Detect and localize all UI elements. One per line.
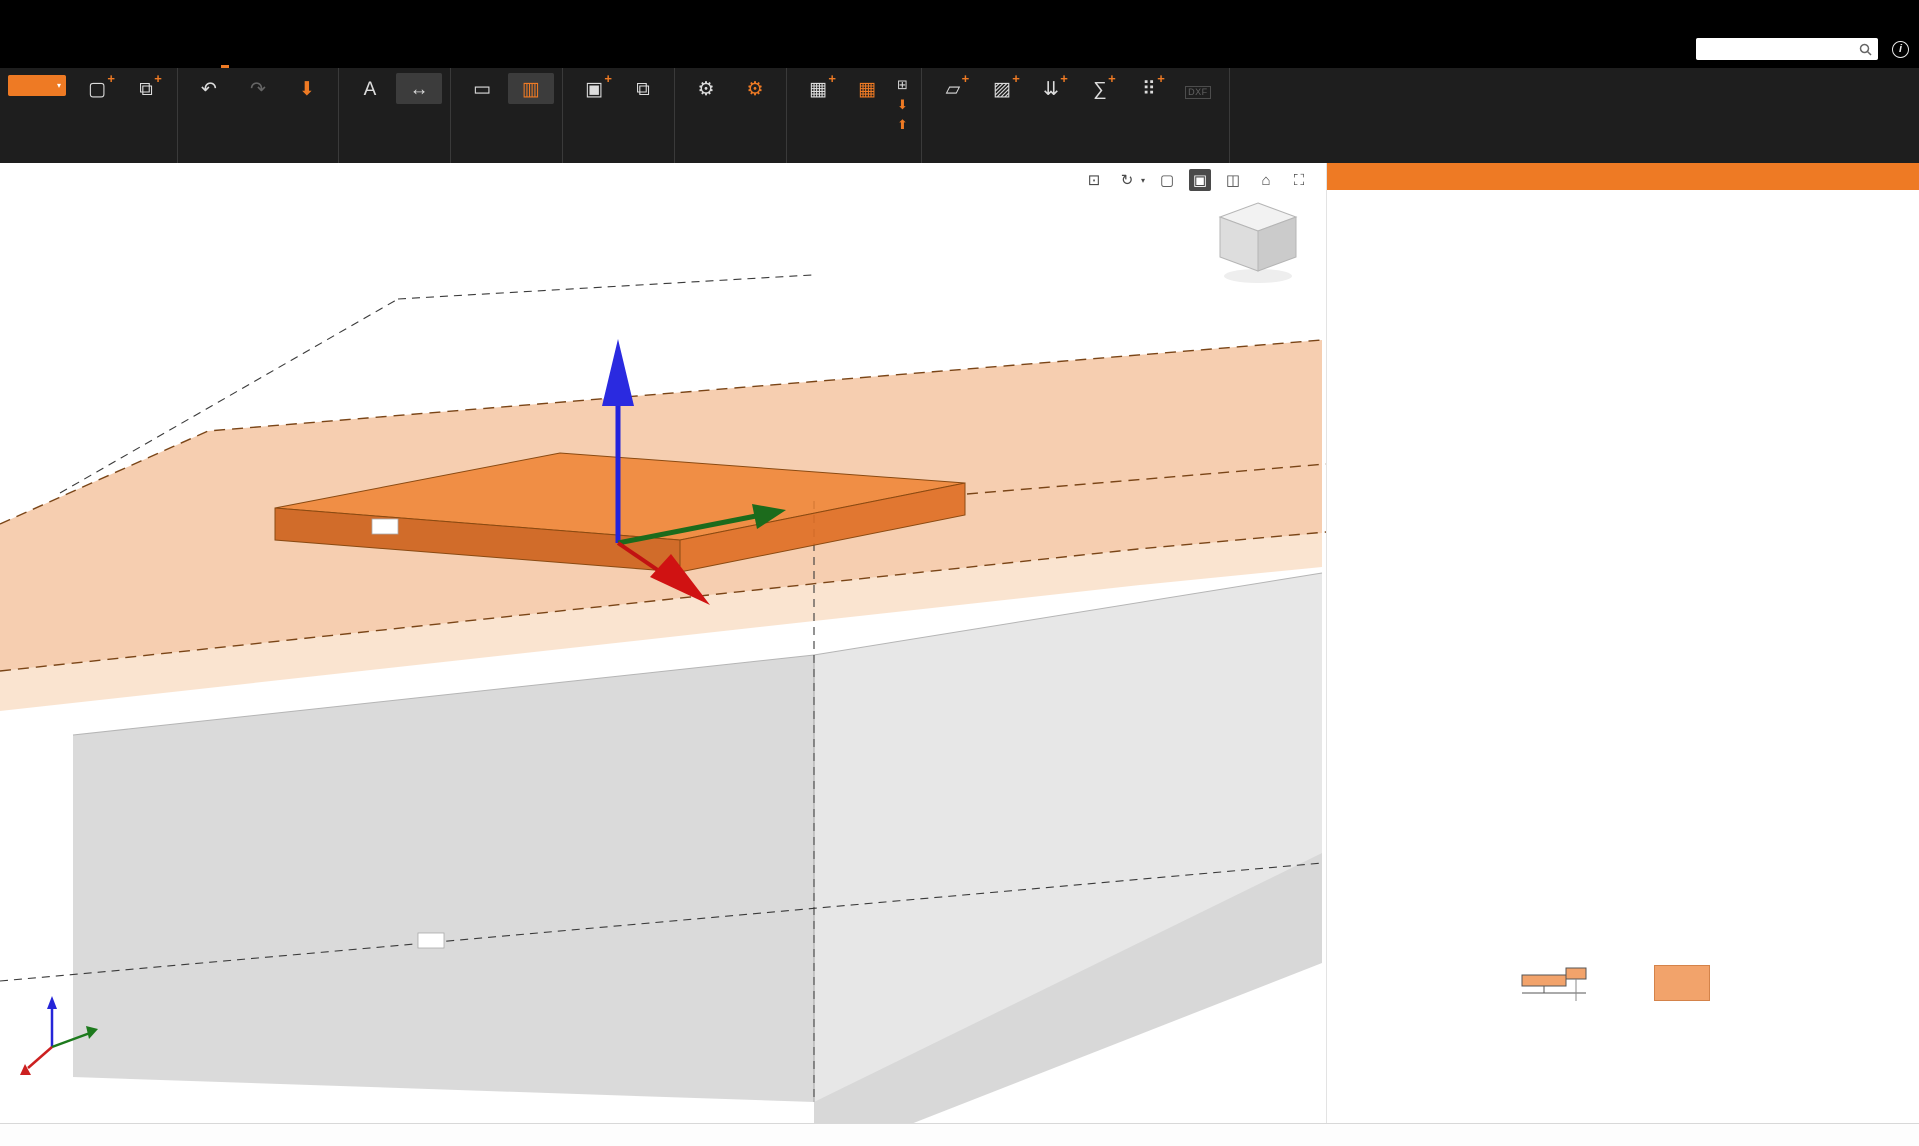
template-create-icon: ▦+ bbox=[809, 74, 827, 101]
ribbon-button-dimension-lines[interactable]: ↔ bbox=[396, 73, 442, 104]
ribbon-button-gallery[interactable]: ⧉ bbox=[620, 73, 666, 104]
ribbon-button-create[interactable]: ▦+ bbox=[795, 73, 841, 104]
ribbon-button-save[interactable]: ⬇ bbox=[284, 73, 330, 104]
ribbon-button-undo[interactable]: ↶ bbox=[186, 73, 232, 104]
ribbon-button-copy[interactable]: ⧉+ bbox=[123, 73, 169, 104]
ribbon-button-load-case[interactable]: ⇊+ bbox=[1028, 73, 1074, 104]
ribbon-button-rebars[interactable]: ▭ bbox=[459, 73, 505, 104]
calculate-icon: ⚙ bbox=[746, 74, 763, 101]
minimize-button[interactable] bbox=[1787, 0, 1831, 30]
menu-items bbox=[187, 30, 339, 68]
zoom-fit-icon[interactable]: ⛶ bbox=[1288, 169, 1310, 191]
home-view-icon[interactable]: ⌂ bbox=[1255, 169, 1277, 191]
template-open-icon: ⬆ bbox=[897, 118, 908, 131]
ribbon-group-calculation: ⚙⚙ bbox=[675, 68, 787, 163]
ribbon-button-save[interactable]: ⬇ bbox=[897, 96, 913, 113]
rotate-view-icon[interactable]: ↻ bbox=[1116, 169, 1138, 191]
undo-icon: ↶ bbox=[201, 74, 217, 101]
ribbon-button-rebar-assembly[interactable]: ⠿+ bbox=[1126, 73, 1172, 104]
viewport-toolbar: ⊡ ↻▾ ▢ ▣ ◫ ⌂ ⛶ bbox=[1083, 169, 1310, 191]
status-bar bbox=[0, 1123, 1919, 1146]
ribbon-button-apply[interactable]: ▦ bbox=[844, 73, 890, 104]
title-bar bbox=[0, 0, 1919, 30]
edges-names-icon: A bbox=[364, 74, 377, 101]
transparent-view-icon[interactable]: ◫ bbox=[1222, 169, 1244, 191]
navigation-cube[interactable] bbox=[1220, 203, 1296, 283]
ribbon-button-new[interactable]: ▢+ bbox=[74, 73, 120, 104]
props-body bbox=[1327, 190, 1919, 202]
ribbon-groups: ▢+⧉+↶↷⬇A↔▭▥▣+⧉⚙⚙▦+▦⊞⬇⬆▱+▨+⇊+∑+⠿+DXF bbox=[0, 68, 1919, 163]
model-entity-icon: ▱+ bbox=[946, 74, 961, 101]
ribbon-button-open[interactable]: ⬆ bbox=[897, 116, 913, 133]
hover-status-tooltip bbox=[4, 1113, 16, 1117]
z-axis-arrow bbox=[602, 339, 634, 406]
ribbon-button-grid[interactable]: ▥ bbox=[508, 73, 554, 104]
ribbon-button-edges-names[interactable]: A bbox=[347, 73, 393, 104]
ribbon-group-new: ▱+ ▨+ ⇊+ ∑+ ⠿+ DXF bbox=[922, 68, 1230, 163]
save-icon: ⬇ bbox=[299, 74, 315, 101]
ribbon-group-pictures: ▣+ ⧉ bbox=[563, 68, 675, 163]
section-plane-icon[interactable]: ⊡ bbox=[1083, 169, 1105, 191]
properties-diagrams bbox=[1518, 963, 1710, 1003]
ribbon: ▾ ▢+⧉+↶↷⬇A↔▭▥▣+⧉⚙⚙▦+▦⊞⬇⬆▱+▨+⇊+∑+⠿+DXF bbox=[0, 68, 1919, 163]
concrete-block[interactable] bbox=[0, 340, 1322, 1123]
menu-bar: i bbox=[0, 30, 1919, 68]
ribbon-group-draw: ▭▥ bbox=[451, 68, 563, 163]
3d-scene[interactable] bbox=[0, 163, 1326, 1123]
settings-icon: ⚙ bbox=[697, 74, 714, 101]
wire-view-icon[interactable]: ▢ bbox=[1156, 169, 1178, 191]
search-input[interactable] bbox=[1702, 43, 1859, 55]
gallery-icon: ⧉ bbox=[636, 74, 650, 101]
dimension-lines-icon: ↔ bbox=[410, 74, 429, 101]
ribbon-button-model-entity[interactable]: ▱+ bbox=[930, 73, 976, 104]
new-project-icon: ▢+ bbox=[88, 74, 106, 101]
template-apply-icon: ▦ bbox=[858, 74, 876, 101]
ribbon-button-manager[interactable]: ⊞ bbox=[897, 76, 913, 93]
standoff-diagram-icon bbox=[1518, 963, 1594, 1003]
dxf-import-icon: DXF bbox=[1185, 74, 1211, 101]
ribbon-group-data: ↶ ↷ ⬇ bbox=[178, 68, 339, 163]
chevron-down-icon[interactable]: ▾ bbox=[1141, 176, 1145, 185]
load-case-icon: ⇊+ bbox=[1043, 74, 1059, 101]
ribbon-button-dxf-import: DXF bbox=[1175, 73, 1221, 104]
search-box[interactable] bbox=[1696, 38, 1878, 60]
plate-preview bbox=[1654, 965, 1710, 1001]
copy-project-icon: ⧉+ bbox=[139, 74, 153, 101]
ribbon-group-labels: A↔ bbox=[339, 68, 451, 163]
rebar-assembly-icon: ⠿+ bbox=[1142, 74, 1156, 101]
window-controls bbox=[1787, 0, 1919, 30]
solid-view-icon[interactable]: ▣ bbox=[1189, 169, 1211, 191]
ribbon-group-templates: ▦+ ▦ ⊞ ⬇ ⬆ bbox=[787, 68, 922, 163]
info-icon[interactable]: i bbox=[1892, 41, 1909, 58]
menubar-right: i bbox=[1696, 38, 1909, 60]
ribbon-button-calculate[interactable]: ⚙ bbox=[732, 73, 778, 104]
3d-viewport[interactable]: ⊡ ↻▾ ▢ ▣ ◫ ⌂ ⛶ bbox=[0, 163, 1326, 1123]
ribbon-button-operation[interactable]: ▨+ bbox=[979, 73, 1025, 104]
ribbon-group-project-items: ▢+ ⧉+ bbox=[0, 68, 178, 163]
picture-new-icon: ▣+ bbox=[585, 74, 603, 101]
manager-icon: ⊞ bbox=[897, 78, 908, 91]
search-icon bbox=[1859, 43, 1872, 56]
template-save-icon: ⬇ bbox=[897, 98, 908, 111]
close-button[interactable] bbox=[1875, 0, 1919, 30]
ribbon-button-combination[interactable]: ∑+ bbox=[1077, 73, 1123, 104]
properties-header bbox=[1327, 163, 1919, 190]
redo-icon: ↷ bbox=[250, 74, 266, 101]
operation-icon: ▨+ bbox=[993, 74, 1011, 101]
ribbon-button-settings[interactable]: ⚙ bbox=[683, 73, 729, 104]
rebars-icon: ▭ bbox=[473, 74, 491, 101]
grid-icon: ▥ bbox=[522, 74, 540, 101]
combination-icon: ∑+ bbox=[1093, 74, 1107, 101]
window-title bbox=[0, 0, 1919, 30]
restore-button[interactable] bbox=[1831, 0, 1875, 30]
ribbon-button-new[interactable]: ▣+ bbox=[571, 73, 617, 104]
ribbon-button-redo: ↷ bbox=[235, 73, 281, 104]
